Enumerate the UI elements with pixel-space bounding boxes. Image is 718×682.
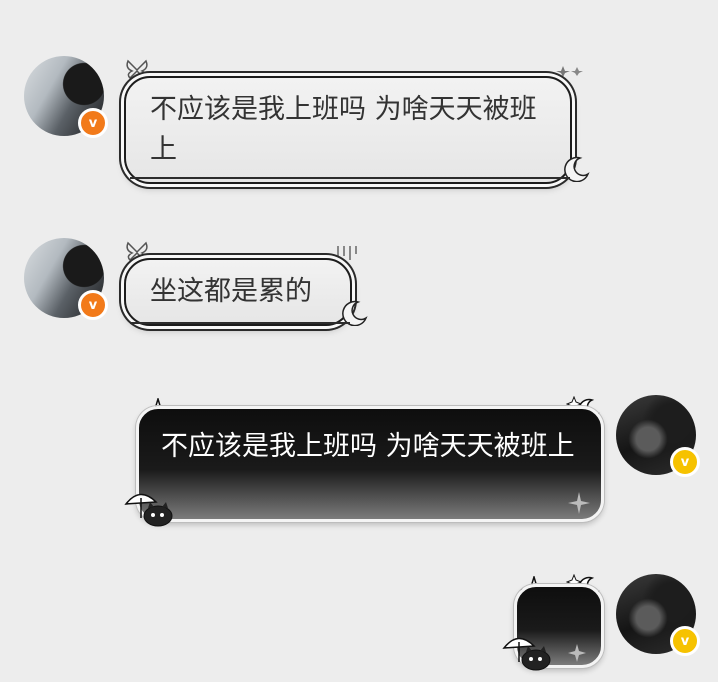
sparkle-icon (556, 66, 583, 77)
verified-badge-icon: v (78, 290, 108, 320)
message-bubble-sent[interactable] (514, 584, 604, 668)
message-text: 坐这都是累的 (150, 276, 312, 307)
message-bubble-received[interactable]: 坐这都是累的 (124, 258, 352, 326)
avatar-other-user[interactable]: v (24, 238, 108, 320)
verified-badge-icon: v (670, 447, 700, 477)
bubble-underline (130, 177, 570, 179)
avatar-self[interactable]: v (616, 395, 700, 477)
message-text: 不应该是我上班吗 为啥天天被班上 (161, 431, 575, 462)
chat-thread: v 不应该是我上班吗 为啥天天被班上 v 坐这都是累的 v 不应该是我上班吗 为… (0, 0, 718, 682)
bubble-underline (130, 322, 350, 324)
rain-streaks-icon (337, 246, 357, 260)
avatar-self[interactable]: v (616, 574, 700, 656)
verified-badge-icon: v (670, 626, 700, 656)
verified-badge-icon: v (78, 108, 108, 138)
avatar-other-user[interactable]: v (24, 56, 108, 138)
message-bubble-received[interactable]: 不应该是我上班吗 为啥天天被班上 (124, 76, 572, 184)
message-bubble-sent[interactable]: 不应该是我上班吗 为啥天天被班上 (136, 406, 604, 522)
message-text: 不应该是我上班吗 为啥天天被班上 (150, 94, 537, 165)
